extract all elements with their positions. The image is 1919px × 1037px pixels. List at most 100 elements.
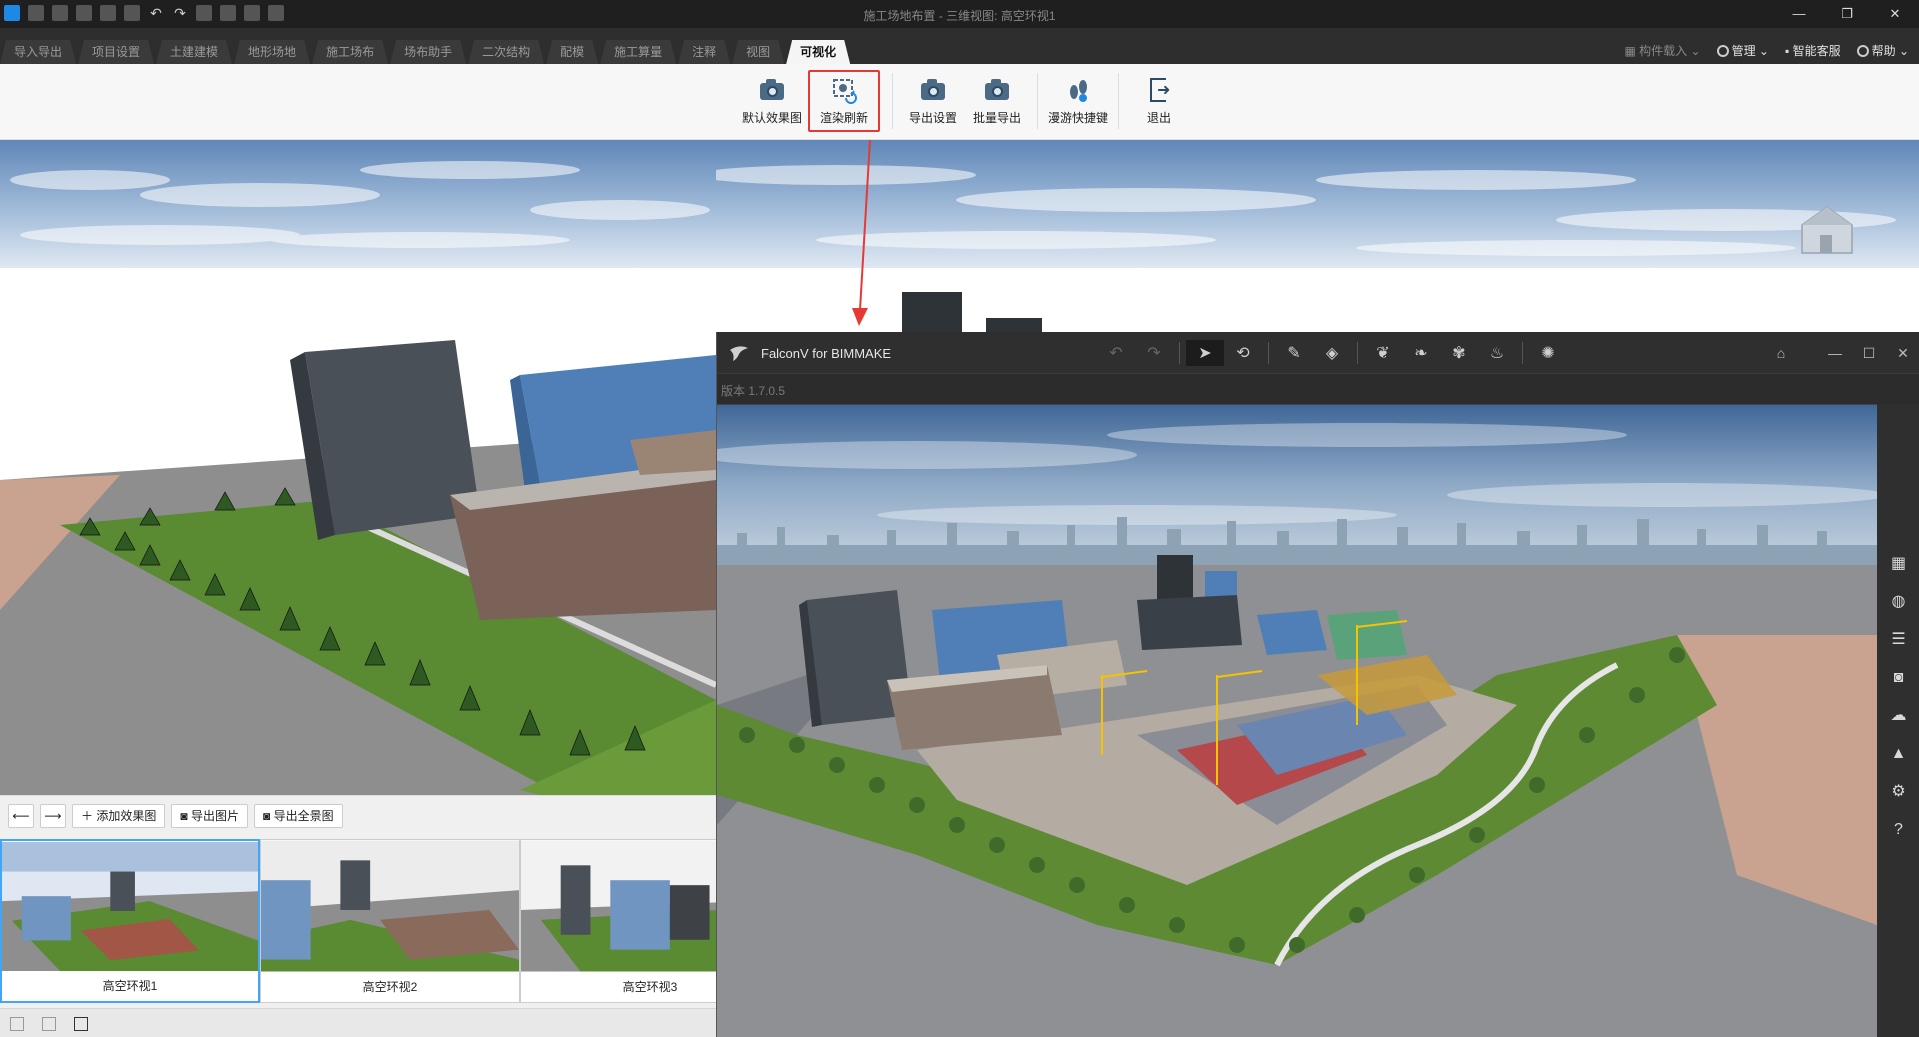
scatter-plant-icon[interactable]: ✾ bbox=[1440, 340, 1478, 366]
default-render-label: 默认效果图 bbox=[741, 111, 802, 125]
add-plant-icon[interactable]: ❦ bbox=[1364, 340, 1402, 366]
paint-bucket-icon[interactable]: ◈ bbox=[1313, 340, 1351, 366]
previous-view-button[interactable]: ⟵ bbox=[8, 804, 34, 828]
brush-icon[interactable]: ✎ bbox=[1275, 340, 1313, 366]
footprints-icon bbox=[1064, 76, 1092, 104]
thumbnail-image bbox=[261, 840, 519, 972]
thumbnail-view-icon[interactable] bbox=[74, 1017, 88, 1031]
add-icon: ＋ bbox=[81, 809, 94, 823]
add-render-label: 添加效果图 bbox=[96, 809, 157, 823]
undo-icon[interactable]: ↶ bbox=[1097, 340, 1135, 366]
ribbon-tabs: 导入导出 项目设置 土建建模 地形场地 施工场布 场布助手 二次结构 配模 施工… bbox=[0, 40, 852, 64]
manage-icon bbox=[1716, 45, 1729, 57]
refresh-render-icon bbox=[830, 76, 858, 104]
tab-quantity[interactable]: 施工算量 bbox=[600, 40, 676, 64]
next-view-button[interactable]: ⟶ bbox=[40, 804, 66, 828]
add-render-button[interactable]: ＋ 添加效果图 bbox=[72, 804, 166, 828]
export-settings-label: 导出设置 bbox=[908, 111, 957, 125]
tab-civil-modeling[interactable]: 土建建模 bbox=[156, 40, 232, 64]
globe-icon[interactable]: ◍ bbox=[1889, 592, 1909, 612]
camera-icon[interactable]: ◙ bbox=[1889, 668, 1909, 688]
batch-export-button[interactable]: 批量导出 bbox=[965, 70, 1029, 132]
exit-icon: ➜ bbox=[1145, 76, 1173, 104]
tree-list-icon[interactable]: ☰ bbox=[1889, 630, 1909, 650]
select-pointer-icon[interactable]: ➤ bbox=[1186, 340, 1224, 366]
model-3d-viewport[interactable] bbox=[0, 140, 716, 795]
export-panorama-label: 导出全景图 bbox=[273, 809, 334, 823]
render-refresh-button[interactable]: 渲染刷新 bbox=[808, 70, 880, 132]
walk-shortcuts-button[interactable]: 漫游快捷键 bbox=[1046, 70, 1110, 132]
falconv-window: FalconV for BIMMAKE ↶ ↷ ➤ ⟲ ✎ ◈ ❦ ❧ ✾ ♨ … bbox=[716, 332, 1919, 1037]
falconv-side-toolbar: ▦ ◍ ☰ ◙ ☁ ▲ ⚙ ? bbox=[1877, 404, 1919, 1037]
header-right-menu: ▦ 构件载入 ⌄ 管理 ⌄ ▪ 智能客服 帮助 ⌄ bbox=[1625, 42, 1910, 59]
toolbar-separator bbox=[1357, 342, 1358, 364]
weather-icon[interactable]: ☁ bbox=[1889, 706, 1909, 726]
orbit-icon[interactable]: ⟲ bbox=[1224, 340, 1262, 366]
component-load-label: 构件载入 bbox=[1639, 44, 1688, 58]
grass-icon[interactable]: ♨ bbox=[1478, 340, 1516, 366]
status-bar bbox=[0, 1008, 716, 1037]
default-render-button[interactable]: 默认效果图 bbox=[740, 70, 804, 132]
falconv-toolbar: ↶ ↷ ➤ ⟲ ✎ ◈ ❦ ❧ ✾ ♨ ✺ bbox=[1097, 340, 1567, 366]
manage-menu[interactable]: 管理 ⌄ bbox=[1716, 42, 1769, 59]
minimize-icon[interactable]: — bbox=[1775, 0, 1823, 28]
help-label: 帮助 bbox=[1871, 44, 1896, 58]
tab-view[interactable]: 视图 bbox=[732, 40, 784, 64]
tab-project-settings[interactable]: 项目设置 bbox=[78, 40, 154, 64]
export-image-button[interactable]: ◙ 导出图片 bbox=[171, 804, 248, 828]
tab-layout-assistant[interactable]: 场布助手 bbox=[390, 40, 466, 64]
tab-terrain-site[interactable]: 地形场地 bbox=[234, 40, 310, 64]
support-label: 智能客服 bbox=[1792, 44, 1841, 58]
help-icon bbox=[1856, 45, 1869, 57]
thumbnail-item[interactable]: 高空环视2 bbox=[260, 839, 520, 1003]
tab-formwork[interactable]: 配模 bbox=[546, 40, 598, 64]
camera-settings-icon bbox=[919, 76, 947, 104]
tab-import-export[interactable]: 导入导出 bbox=[0, 40, 76, 64]
remove-plant-icon[interactable]: ❧ bbox=[1402, 340, 1440, 366]
toolbar-separator bbox=[1268, 342, 1269, 364]
restore-icon[interactable]: ❐ bbox=[1823, 0, 1871, 28]
redo-icon[interactable]: ↷ bbox=[1135, 340, 1173, 366]
maximize-icon[interactable]: ☐ bbox=[1852, 345, 1886, 362]
terrain-icon[interactable]: ▲ bbox=[1889, 744, 1909, 764]
render-views-toolbar: ⟵ ⟶ ＋ 添加效果图 ◙ 导出图片 ◙ 导出全景图 bbox=[8, 804, 343, 828]
settings-icon[interactable]: ⚙ bbox=[1889, 782, 1909, 802]
grid-layout-icon[interactable]: ▦ bbox=[1889, 554, 1909, 574]
list-view-icon[interactable] bbox=[42, 1017, 56, 1031]
component-load-menu[interactable]: ▦ 构件载入 ⌄ bbox=[1625, 42, 1701, 59]
camera-icon: ◙ bbox=[180, 809, 188, 823]
minimize-icon[interactable]: — bbox=[1818, 345, 1852, 361]
title-bar: ↶ ↷ 施工场地布置 - 三维视图: 高空环视1 — ❐ ✕ bbox=[0, 0, 1919, 28]
exit-button[interactable]: ➜ 退出 bbox=[1127, 70, 1191, 132]
visualization-tools: 默认效果图 渲染刷新 导出设置 批量导出 漫游快捷键 ➜ 退出 bbox=[740, 70, 1191, 132]
render-views-panel: ⟵ ⟶ ＋ 添加效果图 ◙ 导出图片 ◙ 导出全景图 高空环视1 高空环视2 高… bbox=[0, 795, 780, 1037]
window-controls: — ❐ ✕ bbox=[1775, 0, 1919, 28]
export-image-label: 导出图片 bbox=[190, 809, 239, 823]
exit-label: 退出 bbox=[1146, 111, 1171, 125]
grid-view-icon[interactable] bbox=[10, 1017, 24, 1031]
view-cube-home-icon[interactable] bbox=[1792, 195, 1862, 265]
ribbon-separator bbox=[1037, 73, 1038, 129]
render-thumbnails: 高空环视1 高空环视2 高空环视3 bbox=[0, 839, 780, 1003]
export-panorama-button[interactable]: ◙ 导出全景图 bbox=[253, 804, 343, 828]
tab-site-layout[interactable]: 施工场布 bbox=[312, 40, 388, 64]
window-title: 施工场地布置 - 三维视图: 高空环视1 bbox=[863, 9, 1056, 23]
tab-annotation[interactable]: 注释 bbox=[678, 40, 730, 64]
thumbnail-item[interactable]: 高空环视1 bbox=[0, 839, 260, 1003]
home-icon[interactable]: ⌂ bbox=[1764, 345, 1798, 361]
ribbon-separator bbox=[892, 73, 893, 129]
thumbnail-image bbox=[2, 842, 258, 972]
batch-export-label: 批量导出 bbox=[972, 111, 1021, 125]
falconv-render-view[interactable] bbox=[717, 404, 1877, 1037]
tab-visualization[interactable]: 可视化 bbox=[786, 40, 850, 64]
close-icon[interactable]: ✕ bbox=[1871, 0, 1919, 28]
panorama-icon: ◙ bbox=[262, 809, 271, 823]
tab-secondary-structure[interactable]: 二次结构 bbox=[468, 40, 544, 64]
help-icon[interactable]: ? bbox=[1889, 820, 1909, 840]
support-button[interactable]: ▪ 智能客服 bbox=[1785, 42, 1841, 59]
toolbar-separator bbox=[1522, 342, 1523, 364]
help-menu[interactable]: 帮助 ⌄ bbox=[1856, 42, 1909, 59]
close-icon[interactable]: ✕ bbox=[1886, 345, 1919, 362]
export-settings-button[interactable]: 导出设置 bbox=[901, 70, 965, 132]
effects-icon[interactable]: ✺ bbox=[1529, 340, 1567, 366]
